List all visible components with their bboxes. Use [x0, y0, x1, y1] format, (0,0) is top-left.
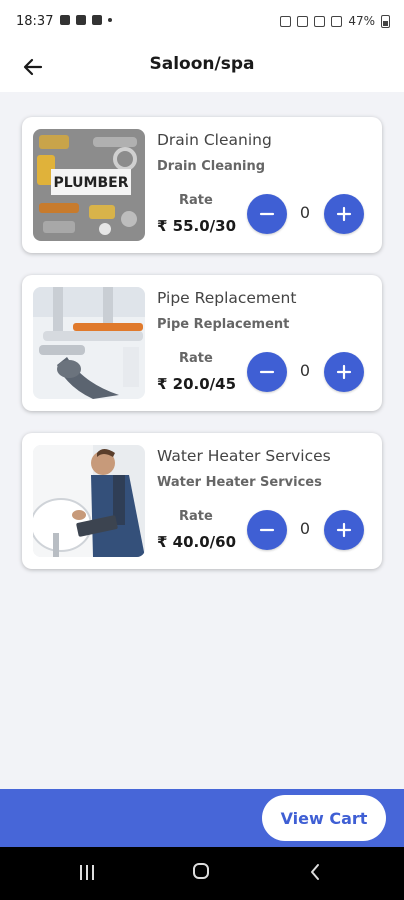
app-header: Saloon/spa: [0, 44, 404, 92]
plumber-tools-image: PLUMBER: [33, 129, 145, 241]
quantity-value: 0: [299, 519, 311, 538]
recents-button[interactable]: [80, 865, 94, 880]
decrease-quantity-button[interactable]: [247, 510, 287, 550]
service-name: Pipe Replacement: [157, 289, 297, 307]
pipe-wrench-image: [33, 287, 145, 399]
minus-icon: [259, 370, 275, 374]
system-icons: 47%: [280, 14, 390, 28]
notification-icons: [60, 15, 112, 25]
system-back-button[interactable]: [309, 863, 321, 885]
service-subtitle: Drain Cleaning: [157, 159, 266, 174]
plus-icon: [336, 364, 352, 380]
wifi-icon: [297, 15, 309, 27]
plus-icon: [336, 522, 352, 538]
home-button[interactable]: [193, 863, 209, 879]
svg-text:PLUMBER: PLUMBER: [54, 175, 129, 191]
rate-label: Rate: [179, 193, 213, 208]
quantity-value: 0: [299, 203, 311, 222]
cloud-icon: [92, 15, 102, 25]
rate-value: ₹ 40.0/60: [157, 533, 237, 551]
service-list: PLUMBER Drain Cleaning Drain Cleaning Ra…: [22, 117, 384, 591]
service-subtitle: Pipe Replacement: [157, 317, 290, 332]
water-heater-technician-image: [33, 445, 145, 557]
signal-icon: [331, 15, 343, 27]
volte-icon: [314, 15, 326, 27]
minus-icon: [259, 212, 275, 216]
rate-label: Rate: [179, 351, 213, 366]
service-card: PLUMBER Drain Cleaning Drain Cleaning Ra…: [22, 117, 382, 253]
increase-quantity-button[interactable]: [324, 352, 364, 392]
battery-percent: 47%: [348, 14, 375, 28]
alarm-icon: [280, 15, 292, 27]
minus-icon: [259, 528, 275, 532]
system-nav-bar: [0, 847, 404, 900]
decrease-quantity-button[interactable]: [247, 352, 287, 392]
telegram-icon: [76, 15, 86, 25]
rate-value: ₹ 55.0/30: [157, 217, 237, 235]
rate-value: ₹ 20.0/45: [157, 375, 237, 393]
service-name: Drain Cleaning: [157, 131, 272, 149]
service-card: Pipe Replacement Pipe Replacement Rate ₹…: [22, 275, 382, 411]
status-time: 18:37: [16, 14, 54, 29]
service-name: Water Heater Services: [157, 447, 331, 465]
recents-icon: [80, 865, 82, 880]
service-subtitle: Water Heater Services: [157, 475, 322, 490]
battery-icon: [381, 14, 390, 28]
decrease-quantity-button[interactable]: [247, 194, 287, 234]
gallery-icon: [60, 15, 70, 25]
plus-icon: [336, 206, 352, 222]
service-card: Water Heater Services Water Heater Servi…: [22, 433, 382, 569]
increase-quantity-button[interactable]: [324, 510, 364, 550]
view-cart-button[interactable]: View Cart: [262, 795, 386, 841]
increase-quantity-button[interactable]: [324, 194, 364, 234]
chevron-left-icon: [311, 864, 319, 880]
page-title: Saloon/spa: [149, 54, 255, 74]
quantity-value: 0: [299, 361, 311, 380]
cart-bar: View Cart: [0, 789, 404, 847]
more-notifications-icon: [108, 18, 112, 22]
rate-label: Rate: [179, 509, 213, 524]
status-bar: 18:37 47%: [0, 0, 404, 44]
